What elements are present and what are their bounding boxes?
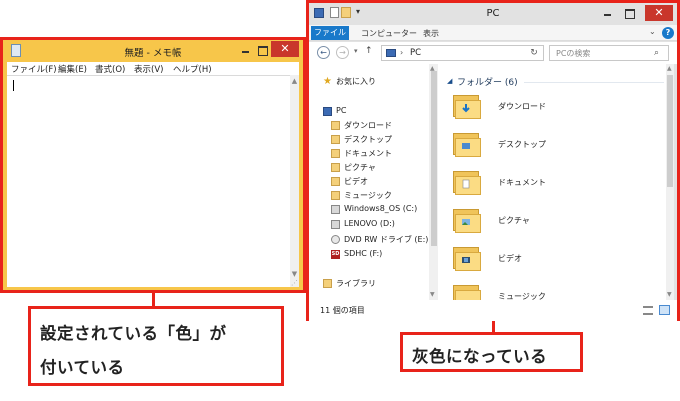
- resize-grip-icon[interactable]: ⋰: [290, 279, 299, 287]
- recent-locations-icon[interactable]: ▾: [354, 47, 358, 55]
- star-icon: ★: [323, 76, 332, 87]
- explorer-title: PC: [486, 8, 500, 19]
- maximize-button[interactable]: [623, 6, 635, 20]
- navigation-bar: ← → ▾ ↑ › PC ▾ ↻ PCの検索 ⌕: [309, 42, 677, 64]
- folder-icon: [331, 191, 340, 200]
- notepad-menu-bar: ファイル(F) 編集(E) 書式(O) 表示(V) ヘルプ(H): [7, 62, 299, 75]
- search-icon[interactable]: ⌕: [654, 48, 659, 58]
- folder-item-desktop[interactable]: デスクトップ: [453, 129, 653, 163]
- close-button[interactable]: ✕: [271, 41, 299, 57]
- notepad-text-area[interactable]: [7, 75, 299, 287]
- minimize-button[interactable]: [601, 6, 613, 20]
- callout-left: 設定されている「色」が 付いている: [28, 306, 284, 386]
- explorer-window: ▾ PC ✕ ファイル コンピューター 表示 ⌄ ? ← → ▾ ↑ › PC …: [306, 0, 680, 321]
- disc-icon: [331, 235, 340, 244]
- drive-icon: [331, 220, 340, 229]
- collapse-group-icon[interactable]: ◢: [447, 77, 452, 85]
- computer-icon: [323, 107, 332, 116]
- callout-connector-left: [152, 293, 155, 307]
- address-bar[interactable]: › PC ▾: [381, 45, 607, 61]
- scroll-up-arrow-icon[interactable]: ▲: [430, 65, 435, 72]
- maximize-button[interactable]: [256, 43, 268, 57]
- close-button[interactable]: ✕: [645, 5, 673, 21]
- minimize-button[interactable]: [239, 43, 251, 57]
- refresh-button[interactable]: ↻: [527, 45, 541, 61]
- back-button[interactable]: ←: [317, 46, 330, 59]
- menu-edit[interactable]: 編集(E): [58, 63, 87, 75]
- folder-item-downloads[interactable]: ダウンロード: [453, 91, 653, 125]
- menu-help[interactable]: ヘルプ(H): [173, 63, 212, 75]
- folder-icon: [331, 135, 340, 144]
- notepad-window: 無題 - メモ帳 ✕ ファイル(F) 編集(E) 書式(O) 表示(V) ヘルプ…: [0, 37, 306, 293]
- sd-card-icon: SD: [331, 250, 340, 259]
- folder-icon: [331, 149, 340, 158]
- tab-view[interactable]: 表示: [423, 28, 439, 39]
- scroll-down-arrow-icon[interactable]: ▼: [291, 271, 298, 278]
- item-count: 11 個の項目: [320, 306, 365, 315]
- callout-right: 灰色になっている: [400, 332, 583, 372]
- desktop-folder-icon: [453, 129, 483, 157]
- folder-item-documents[interactable]: ドキュメント: [453, 167, 653, 201]
- navigation-pane: ★ お気に入り PC ダウンロード デスクトップ ドキュメント ピクチャ ビデオ: [309, 64, 429, 300]
- pictures-folder-icon: [453, 205, 483, 233]
- explorer-title-bar[interactable]: ▾ PC ✕: [309, 3, 677, 25]
- callout-right-text: 灰色になっている: [412, 347, 548, 366]
- documents-folder-icon: [453, 167, 483, 195]
- vertical-scrollbar[interactable]: [290, 75, 299, 279]
- library-icon: [323, 279, 332, 288]
- folder-icon: [331, 121, 340, 130]
- help-icon[interactable]: ?: [662, 27, 674, 39]
- scroll-up-arrow-icon[interactable]: ▲: [667, 65, 672, 72]
- videos-folder-icon: [453, 243, 483, 271]
- scroll-down-arrow-icon[interactable]: ▼: [430, 291, 435, 298]
- scroll-up-arrow-icon[interactable]: ▲: [291, 78, 298, 85]
- folder-item-pictures[interactable]: ピクチャ: [453, 205, 653, 239]
- group-divider: [524, 82, 664, 83]
- breadcrumb-separator-icon[interactable]: ›: [400, 48, 403, 57]
- address-text: PC: [410, 48, 422, 58]
- status-bar: 11 個の項目: [309, 300, 677, 321]
- callout-left-line2: 付いている: [40, 358, 125, 377]
- content-scroll-thumb[interactable]: [667, 75, 673, 187]
- ribbon-tabs: ファイル コンピューター 表示 ⌄ ?: [309, 25, 677, 41]
- details-view-icon[interactable]: [643, 306, 653, 315]
- menu-file[interactable]: ファイル(F): [11, 63, 57, 75]
- group-header[interactable]: フォルダー (6): [457, 75, 518, 88]
- downloads-folder-icon: [453, 91, 483, 119]
- nav-pane-scroll-thumb[interactable]: [431, 71, 437, 246]
- drive-icon: [331, 205, 340, 214]
- forward-button[interactable]: →: [336, 46, 349, 59]
- folder-icon: [331, 177, 340, 186]
- music-folder-icon: [453, 281, 483, 301]
- scroll-down-arrow-icon[interactable]: ▼: [667, 291, 672, 298]
- text-caret: [13, 80, 14, 91]
- search-placeholder: PCの検索: [556, 49, 591, 58]
- computer-icon: [386, 49, 396, 57]
- menu-view[interactable]: 表示(V): [134, 63, 163, 75]
- menu-format[interactable]: 書式(O): [95, 63, 125, 75]
- expand-ribbon-icon[interactable]: ⌄: [649, 27, 656, 36]
- folder-item-music[interactable]: ミュージック: [453, 281, 653, 301]
- notepad-title-bar[interactable]: 無題 - メモ帳 ✕: [3, 40, 303, 62]
- search-box[interactable]: PCの検索 ⌕: [549, 45, 669, 61]
- up-button[interactable]: ↑: [365, 46, 373, 56]
- large-icons-view-icon[interactable]: [659, 305, 670, 315]
- callout-left-line1: 設定されている「色」が: [40, 324, 227, 343]
- folder-icon: [331, 163, 340, 172]
- folder-item-videos[interactable]: ビデオ: [453, 243, 653, 277]
- tab-file[interactable]: ファイル: [311, 26, 349, 40]
- tab-computer[interactable]: コンピューター: [361, 28, 417, 39]
